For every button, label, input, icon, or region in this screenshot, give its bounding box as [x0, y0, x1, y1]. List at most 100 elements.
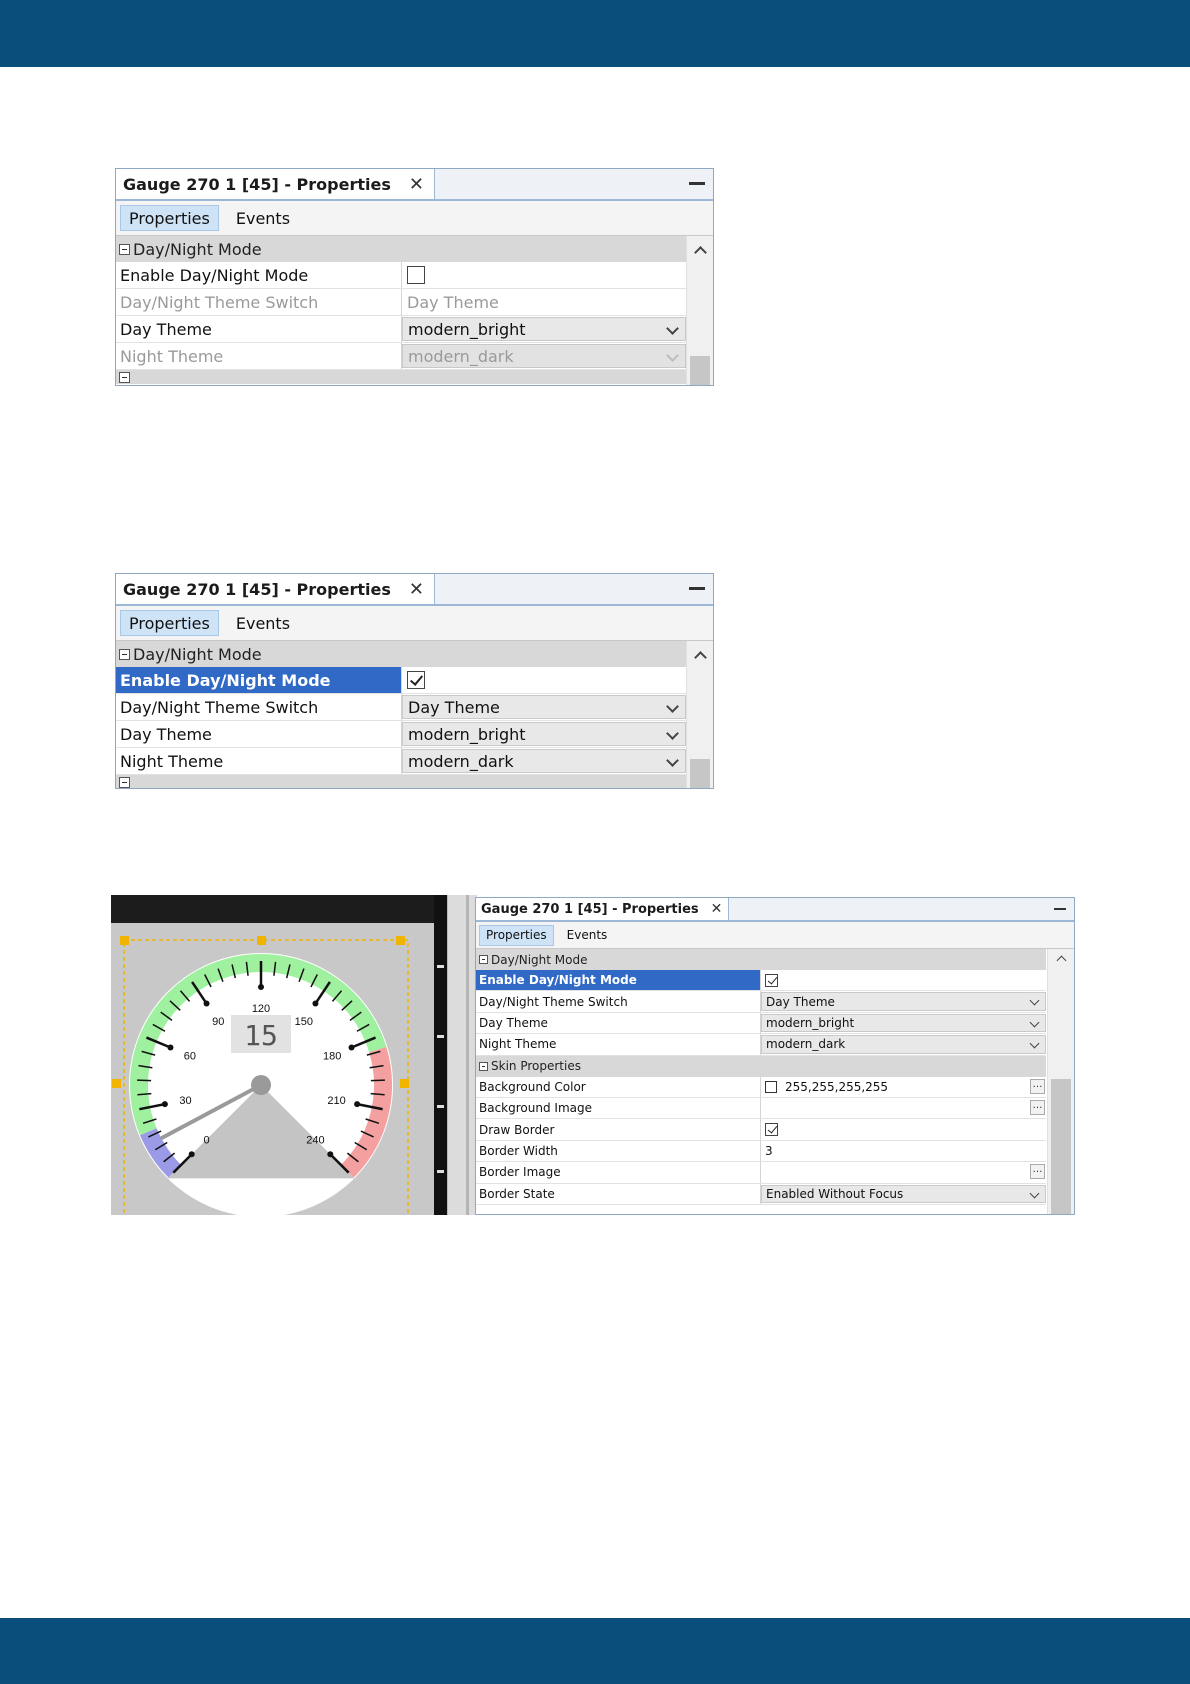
night-theme-dropdown[interactable]: modern_dark [402, 749, 686, 773]
property-row-enable-day-night[interactable]: Enable Day/Night Mode [116, 667, 686, 694]
day-theme-dropdown[interactable]: modern_bright [402, 317, 686, 341]
enable-day-night-checkbox[interactable] [407, 671, 425, 689]
scroll-up-icon[interactable] [694, 246, 707, 259]
tick-label: 180 [323, 1051, 341, 1063]
property-value[interactable] [761, 1119, 1046, 1139]
tab-events[interactable]: Events [227, 610, 299, 636]
property-value[interactable]: 255,255,255,255 … [761, 1077, 1046, 1097]
collapse-icon[interactable] [479, 955, 488, 964]
panel-title-tab[interactable]: Gauge 270 1 [45] - Properties ✕ [476, 898, 730, 920]
resize-handle[interactable] [112, 1079, 121, 1088]
chevron-down-icon[interactable] [1029, 1038, 1040, 1049]
resize-handle[interactable] [400, 1079, 409, 1088]
property-row-night-theme[interactable]: Night Theme modern_dark [116, 748, 686, 775]
chevron-down-icon[interactable] [1029, 995, 1040, 1006]
scrollbar-thumb[interactable] [690, 356, 710, 385]
draw-border-checkbox[interactable] [765, 1123, 778, 1137]
property-row-enable-day-night[interactable]: Enable Day/Night Mode [476, 970, 1046, 992]
day-theme-dropdown[interactable]: modern_bright [761, 1013, 1046, 1033]
property-row-background-color[interactable]: Background Color 255,255,255,255 … [476, 1076, 1046, 1098]
property-row-enable-day-night[interactable]: Enable Day/Night Mode [116, 262, 686, 289]
collapse-icon[interactable] [119, 648, 130, 660]
theme-switch-dropdown[interactable]: Day Theme [402, 695, 686, 719]
tab-properties[interactable]: Properties [479, 924, 554, 946]
day-theme-dropdown[interactable]: modern_bright [402, 722, 686, 746]
tab-properties[interactable]: Properties [120, 610, 219, 636]
property-value[interactable] [402, 667, 686, 693]
collapse-icon[interactable] [479, 1061, 488, 1071]
expand-icon [119, 371, 130, 383]
property-row-border-width[interactable]: Border Width 3 [476, 1140, 1046, 1163]
property-row-theme-switch[interactable]: Day/Night Theme Switch Day Theme [116, 694, 686, 721]
property-name: Border Width [476, 1140, 761, 1162]
gauge-widget[interactable]: 0 30 60 90 120 150 180 210 240 15 [111, 895, 447, 1215]
category-skin-properties[interactable]: Skin Properties [476, 1055, 1046, 1077]
ruler-mark [437, 1035, 444, 1038]
tick-label: 30 [179, 1095, 191, 1107]
minor-tick [137, 1079, 152, 1082]
theme-switch-dropdown[interactable]: Day Theme [761, 992, 1046, 1011]
minimize-icon[interactable] [1054, 908, 1066, 910]
enable-day-night-checkbox[interactable] [765, 973, 778, 987]
tick-dot [348, 1044, 355, 1051]
resize-handle[interactable] [396, 936, 405, 945]
scroll-up-icon[interactable] [694, 651, 707, 664]
scrollbar-thumb[interactable] [690, 759, 710, 788]
property-row-day-theme[interactable]: Day Theme modern_bright [476, 1012, 1046, 1035]
property-value[interactable] [761, 970, 1046, 990]
property-value[interactable] [402, 262, 686, 288]
close-icon[interactable]: ✕ [711, 901, 723, 917]
ellipsis-button[interactable]: … [1030, 1099, 1045, 1115]
chevron-down-icon[interactable] [666, 700, 679, 713]
chevron-down-icon[interactable] [1029, 1017, 1040, 1028]
enable-day-night-checkbox[interactable] [407, 266, 425, 284]
property-row-day-theme[interactable]: Day Theme modern_bright [116, 721, 686, 748]
splitter[interactable] [447, 895, 477, 1215]
dropdown-value: Day Theme [408, 697, 500, 717]
category-day-night-mode[interactable]: Day/Night Mode [476, 949, 1046, 970]
scroll-up-icon[interactable] [1056, 955, 1067, 966]
minimize-icon[interactable] [689, 587, 705, 590]
scrollbar-thumb[interactable] [1051, 1079, 1071, 1214]
tab-bar: Properties Events [116, 201, 713, 236]
property-value[interactable]: … [761, 1098, 1046, 1118]
panel-title-tab[interactable]: Gauge 270 1 [45] - Properties ✕ [116, 169, 435, 199]
panel-titlebar: Gauge 270 1 [45] - Properties ✕ [116, 574, 713, 606]
close-icon[interactable]: ✕ [409, 174, 424, 195]
dropdown-value: Enabled Without Focus [766, 1186, 904, 1201]
vertical-scrollbar[interactable] [686, 236, 713, 385]
color-swatch[interactable] [765, 1080, 777, 1093]
border-width-input[interactable]: 3 [761, 1141, 1046, 1161]
property-row-theme-switch[interactable]: Day/Night Theme Switch Day Theme [476, 991, 1046, 1013]
vertical-scrollbar[interactable] [1047, 949, 1074, 1214]
property-row-night-theme[interactable]: Night Theme modern_dark [476, 1034, 1046, 1056]
minimize-icon[interactable] [689, 182, 705, 185]
property-value[interactable]: … [761, 1162, 1046, 1182]
chevron-down-icon[interactable] [666, 754, 679, 767]
night-theme-dropdown[interactable]: modern_dark [761, 1035, 1046, 1054]
category-day-night-mode[interactable]: Day/Night Mode [116, 641, 686, 667]
tab-properties[interactable]: Properties [120, 205, 219, 231]
border-state-dropdown[interactable]: Enabled Without Focus [761, 1184, 1046, 1203]
tick-dot [167, 1044, 174, 1051]
chevron-down-icon[interactable] [1029, 1188, 1040, 1198]
chevron-down-icon[interactable] [666, 322, 679, 335]
resize-handle[interactable] [257, 936, 266, 945]
property-row-border-image[interactable]: Border Image … [476, 1162, 1046, 1184]
tab-events[interactable]: Events [560, 925, 615, 946]
property-row-background-image[interactable]: Background Image … [476, 1097, 1046, 1120]
panel-title-tab[interactable]: Gauge 270 1 [45] - Properties ✕ [116, 574, 435, 604]
property-row-day-theme[interactable]: Day Theme modern_bright [116, 316, 686, 343]
property-row-draw-border[interactable]: Draw Border [476, 1119, 1046, 1141]
ellipsis-button[interactable]: … [1030, 1078, 1045, 1094]
ruler-mark [437, 1170, 444, 1173]
vertical-scrollbar[interactable] [686, 641, 713, 788]
close-icon[interactable]: ✕ [409, 579, 424, 600]
ellipsis-button[interactable]: … [1030, 1164, 1045, 1180]
resize-handle[interactable] [120, 936, 129, 945]
category-day-night-mode[interactable]: Day/Night Mode [116, 236, 686, 262]
collapse-icon[interactable] [119, 243, 130, 255]
chevron-down-icon[interactable] [666, 727, 679, 740]
tab-events[interactable]: Events [227, 205, 299, 231]
property-row-border-state[interactable]: Border State Enabled Without Focus [476, 1183, 1046, 1205]
